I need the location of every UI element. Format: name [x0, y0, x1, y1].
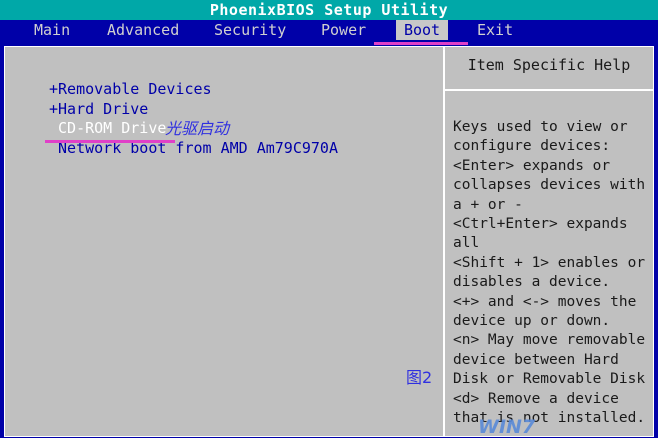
win7-watermark: WIN7: [478, 416, 536, 438]
menu-boot[interactable]: Boot: [396, 20, 448, 40]
help-line: Keys used to view or: [453, 119, 628, 135]
cdrom-boot-annotation: 光驱启动: [165, 119, 230, 138]
help-line: configure devices:: [453, 138, 611, 155]
boot-tab-highlight-underline: [374, 42, 468, 45]
help-separator: [445, 89, 653, 91]
boot-panel: +Removable Devices +Hard Drive CD-ROM Dr…: [4, 46, 654, 437]
help-line: <+> and <-> moves the: [453, 293, 637, 310]
help-line: <Shift + 1> enables or: [453, 254, 646, 271]
help-line: disables a device.: [453, 274, 611, 291]
help-line: <n> May move removable: [453, 332, 646, 349]
bios-title-bar: PhoenixBIOS Setup Utility: [0, 0, 658, 20]
help-divider: [443, 47, 445, 436]
help-line: Disk or Removable Disk: [453, 371, 646, 388]
menu-exit[interactable]: Exit: [473, 20, 517, 40]
menu-security[interactable]: Security: [210, 20, 290, 40]
help-line: <Ctrl+Enter> expands: [453, 216, 628, 233]
bios-menu-bar: Main Advanced Security Power Boot Exit: [0, 20, 658, 40]
boot-item-removable-devices[interactable]: +Removable Devices: [49, 80, 338, 100]
help-text: Keys used to view or configure devices: …: [453, 118, 649, 429]
figure-label: 图2: [406, 368, 433, 387]
help-line: a + or -: [453, 196, 523, 213]
help-line: all: [453, 235, 480, 252]
menu-advanced[interactable]: Advanced: [103, 20, 183, 40]
help-line: <Enter> expands or: [453, 157, 611, 174]
help-line: device between Hard: [453, 351, 619, 368]
help-line: device up or down.: [453, 313, 611, 330]
help-line: <d> Remove a device: [453, 390, 619, 407]
bios-title: PhoenixBIOS Setup Utility: [209, 1, 449, 19]
help-line: collapses devices with: [453, 177, 646, 194]
help-title: Item Specific Help: [467, 56, 631, 74]
menu-main[interactable]: Main: [30, 20, 74, 40]
cdrom-highlight-underline: [45, 140, 175, 143]
menu-power[interactable]: Power: [317, 20, 370, 40]
